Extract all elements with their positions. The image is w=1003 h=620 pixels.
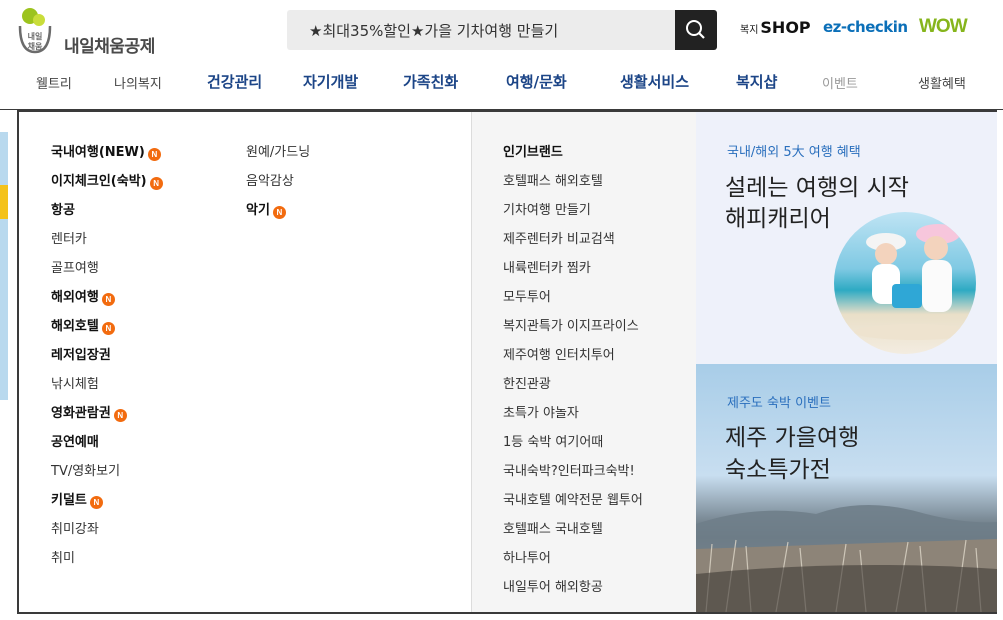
nav-welltree[interactable]: 웰트리 xyxy=(36,73,72,92)
new-badge: N xyxy=(101,322,115,335)
popular-brand-link[interactable]: 국내숙박?인터파크숙박! xyxy=(503,464,635,480)
mega-menu-panel: 국내여행(NEW) N 이지체크인(숙박) N 항공 렌터카 골프여행 해외여행 N 해외호텔 N 레… xyxy=(17,110,997,614)
popular-brand-link[interactable]: 한진관광 xyxy=(503,377,551,393)
search-button[interactable] xyxy=(675,10,717,50)
travel-menu-label: 영화관람권 xyxy=(51,406,111,421)
nav-travel-culture[interactable]: 여행/문화 xyxy=(506,71,567,92)
popular-brand-link[interactable]: 제주렌터카 비교검색 xyxy=(503,232,615,248)
popular-brand-link[interactable]: 복지관특가 이지프라이스 xyxy=(503,319,639,335)
promo-jeju-autumn[interactable]: 제주도 숙박 이벤트 제주 가을여행 숙소특가전 xyxy=(696,364,997,612)
culture-menu-item[interactable]: 악기 N xyxy=(246,203,286,219)
shop-label: SHOP xyxy=(760,18,811,37)
popular-brand-link[interactable]: 기차여행 만들기 xyxy=(503,203,591,219)
culture-menu-item[interactable]: 원예/가드닝 xyxy=(246,145,310,161)
travel-menu-label: 낚시체험 xyxy=(51,377,99,392)
travel-menu-item[interactable]: 이지체크인(숙박) N xyxy=(51,174,163,190)
travel-menu-label: 골프여행 xyxy=(51,261,99,276)
travel-menu-item[interactable]: 렌터카 xyxy=(51,232,87,248)
background-page-edge xyxy=(0,132,8,400)
search-box xyxy=(287,10,675,50)
travel-menu-item[interactable]: 해외여행 N xyxy=(51,290,115,306)
site-header: 내일 채움 내일채움공제 복지SHOP ez-checkin WOW xyxy=(0,0,1003,62)
logo-text: 내일채움공제 xyxy=(64,37,155,57)
travel-menu-label: 국내여행(NEW) xyxy=(51,145,145,160)
popular-brand-link[interactable]: 내륙렌터카 찜카 xyxy=(503,261,591,277)
search-input[interactable] xyxy=(309,19,669,41)
nav-life-benefit[interactable]: 생활혜택 xyxy=(918,73,966,92)
popular-brands-title: 인기브랜드 xyxy=(503,145,563,160)
welfare-shop-link[interactable]: 복지 SHOP xyxy=(740,18,811,37)
travel-menu-label: 공연예매 xyxy=(51,435,99,450)
travel-menu-item[interactable]: 낚시체험 xyxy=(51,377,99,393)
popular-brand-link[interactable]: 초특가 야놀자 xyxy=(503,406,579,422)
travel-menu-item[interactable]: 레저입장권 xyxy=(51,348,111,364)
travel-menu-label: 이지체크인(숙박) xyxy=(51,174,147,189)
travel-menu-item[interactable]: 취미강좌 xyxy=(51,522,99,538)
nav-my-welfare[interactable]: 나의복지 xyxy=(114,73,162,92)
culture-menu-label: 음악감상 xyxy=(246,174,294,189)
travel-menu-label: 항공 xyxy=(51,203,75,218)
new-badge: N xyxy=(89,496,103,509)
popular-brand-link[interactable]: 호텔패스 국내호텔 xyxy=(503,522,603,538)
nav-family[interactable]: 가족친화 xyxy=(403,71,458,92)
promo-jeju-landscape-image xyxy=(696,505,997,612)
ez-checkin-link[interactable]: ez-checkin xyxy=(823,18,908,36)
shop-prefix: 복지 xyxy=(740,25,759,36)
promo-top-subtitle: 국내/해외 5大 여행 혜택 xyxy=(727,145,861,160)
popular-brand-link[interactable]: 호텔패스 해외호텔 xyxy=(503,174,603,190)
travel-menu-item[interactable]: 항공 xyxy=(51,203,75,219)
logo[interactable]: 내일 채움 내일채움공제 xyxy=(16,8,181,57)
culture-menu-label: 악기 xyxy=(246,203,270,218)
logo-icon: 내일 채움 xyxy=(18,8,52,54)
popular-brand-link[interactable]: 하나투어 xyxy=(503,551,551,567)
new-badge: N xyxy=(101,293,115,306)
travel-menu-item[interactable]: TV/영화보기 xyxy=(51,464,120,480)
culture-menu-item[interactable]: 음악감상 xyxy=(246,174,294,190)
nav-life-service[interactable]: 생활서비스 xyxy=(620,71,689,92)
promo-top-title-1: 설레는 여행의 시작 xyxy=(725,175,909,201)
travel-menu-label: 해외호텔 xyxy=(51,319,99,334)
nav-welfare-shop[interactable]: 복지샵 xyxy=(736,71,777,92)
travel-menu-label: TV/영화보기 xyxy=(51,464,121,479)
wow-link[interactable]: WOW xyxy=(919,16,968,38)
nav-self-development[interactable]: 자기개발 xyxy=(303,71,358,92)
popular-brand-link[interactable]: 국내호텔 예약전문 웹투어 xyxy=(503,493,643,509)
travel-menu-label: 취미강좌 xyxy=(51,522,99,537)
svg-text:채움: 채움 xyxy=(28,41,43,51)
travel-menu-item[interactable]: 취미 xyxy=(51,551,75,567)
travel-menu-label: 해외여행 xyxy=(51,290,99,305)
new-badge: N xyxy=(149,177,163,190)
svg-text:내일: 내일 xyxy=(28,31,43,41)
popular-brand-link[interactable]: 모두투어 xyxy=(503,290,551,306)
nav-health[interactable]: 건강관리 xyxy=(207,71,262,92)
new-badge: N xyxy=(272,206,286,219)
travel-menu-item[interactable]: 키덜트 N xyxy=(51,493,103,509)
travel-menu-label: 취미 xyxy=(51,551,75,566)
popular-brands-column: 인기브랜드 호텔패스 해외호텔기차여행 만들기제주렌터카 비교검색내륙렌터카 찜… xyxy=(471,112,696,612)
main-nav: 웰트리 나의복지 건강관리 자기개발 가족친화 여행/문화 생활서비스 복지샵 … xyxy=(0,62,1003,102)
new-badge: N xyxy=(147,148,161,161)
popular-brand-link[interactable]: 1등 숙박 여기어때 xyxy=(503,435,603,451)
travel-menu-item[interactable]: 영화관람권 N xyxy=(51,406,127,422)
travel-menu-label: 레저입장권 xyxy=(51,348,111,363)
promo-kids-beach-image xyxy=(834,212,976,354)
promo-happy-carrier[interactable]: 국내/해외 5大 여행 혜택 설레는 여행의 시작 해피캐리어 xyxy=(696,112,997,364)
background-page-edge-accent xyxy=(0,185,8,219)
nav-event[interactable]: 이벤트 xyxy=(822,73,858,92)
promo-top-title-2: 해피캐리어 xyxy=(725,206,831,232)
travel-menu-item[interactable]: 해외호텔 N xyxy=(51,319,115,335)
new-badge: N xyxy=(113,409,127,422)
travel-menu-item[interactable]: 국내여행(NEW) N xyxy=(51,145,161,161)
travel-menu-item[interactable]: 공연예매 xyxy=(51,435,99,451)
popular-brand-link[interactable]: 제주여행 인터치투어 xyxy=(503,348,615,364)
travel-menu-label: 렌터카 xyxy=(51,232,87,247)
culture-menu-label: 원예/가드닝 xyxy=(246,145,311,160)
search-icon xyxy=(686,20,705,39)
popular-brand-link[interactable]: 내일투어 해외항공 xyxy=(503,580,603,596)
travel-menu-item[interactable]: 골프여행 xyxy=(51,261,99,277)
travel-menu-label: 키덜트 xyxy=(51,493,87,508)
